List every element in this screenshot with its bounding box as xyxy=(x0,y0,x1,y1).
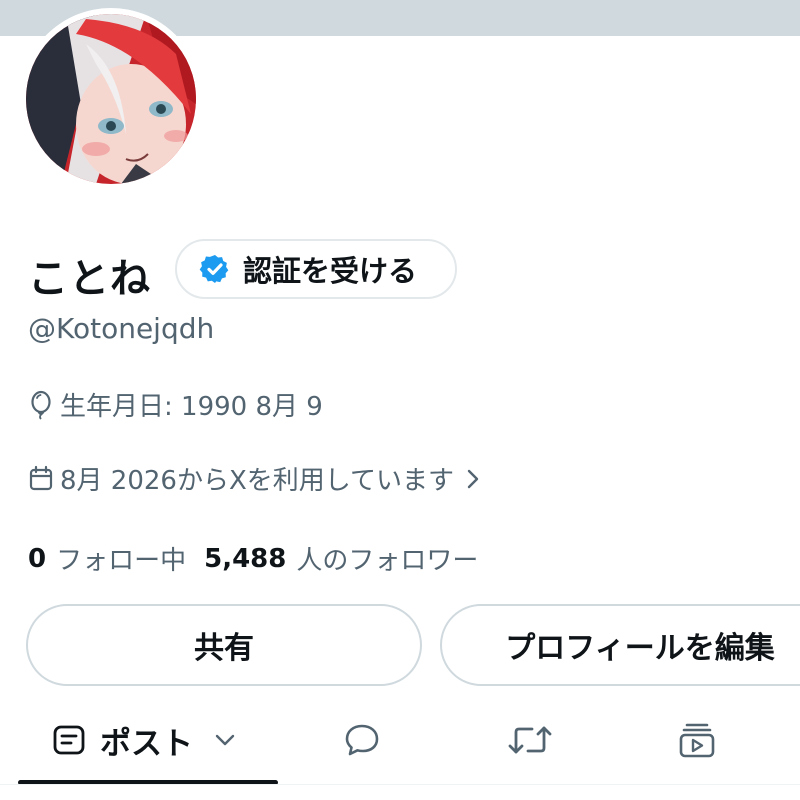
joined-date-text: 8月 2026からXを利用しています xyxy=(60,466,455,496)
balloon-icon xyxy=(28,390,54,420)
tab-reposts[interactable] xyxy=(508,700,552,780)
post-icon xyxy=(52,723,86,757)
following-count: 0 xyxy=(28,543,47,574)
avatar-frame xyxy=(20,8,202,190)
following-label: フォロー中 xyxy=(56,546,187,576)
tab-replies[interactable] xyxy=(343,700,381,780)
display-name: ことね xyxy=(28,256,151,302)
followers-link[interactable]: 5,488 人のフォロワー xyxy=(204,540,478,577)
get-verified-button[interactable]: 認証を受ける xyxy=(175,239,457,299)
verified-badge-icon xyxy=(199,253,231,285)
get-verified-label: 認証を受ける xyxy=(243,254,418,288)
profile-tabs: ポスト xyxy=(0,700,800,800)
media-icon xyxy=(678,721,716,759)
chevron-right-icon xyxy=(466,468,480,490)
edit-profile-button[interactable]: プロフィールを編集 xyxy=(440,604,800,686)
tab-posts-label: ポスト xyxy=(100,725,193,762)
share-button[interactable]: 共有 xyxy=(26,604,422,686)
birth-date-text: 生年月日: 1990 8月 9 xyxy=(60,392,323,422)
username-handle: @Kotonejqdh xyxy=(28,312,215,345)
calendar-icon xyxy=(28,465,54,493)
repost-icon xyxy=(508,722,552,758)
follow-stats: 0 フォロー中 5,488 人のフォロワー xyxy=(28,540,496,577)
tabs-divider xyxy=(0,784,800,785)
tab-posts[interactable]: ポスト xyxy=(52,700,237,780)
tab-media[interactable] xyxy=(678,700,716,780)
followers-label: 人のフォロワー xyxy=(296,546,479,576)
joined-date-row[interactable]: 8月 2026からXを利用しています xyxy=(28,460,480,497)
avatar[interactable] xyxy=(26,14,196,184)
followers-count: 5,488 xyxy=(204,543,287,574)
chevron-down-icon[interactable] xyxy=(213,732,237,748)
reply-bubble-icon xyxy=(343,722,381,758)
following-link[interactable]: 0 フォロー中 xyxy=(28,540,186,577)
birth-date-row: 生年月日: 1990 8月 9 xyxy=(28,386,323,423)
